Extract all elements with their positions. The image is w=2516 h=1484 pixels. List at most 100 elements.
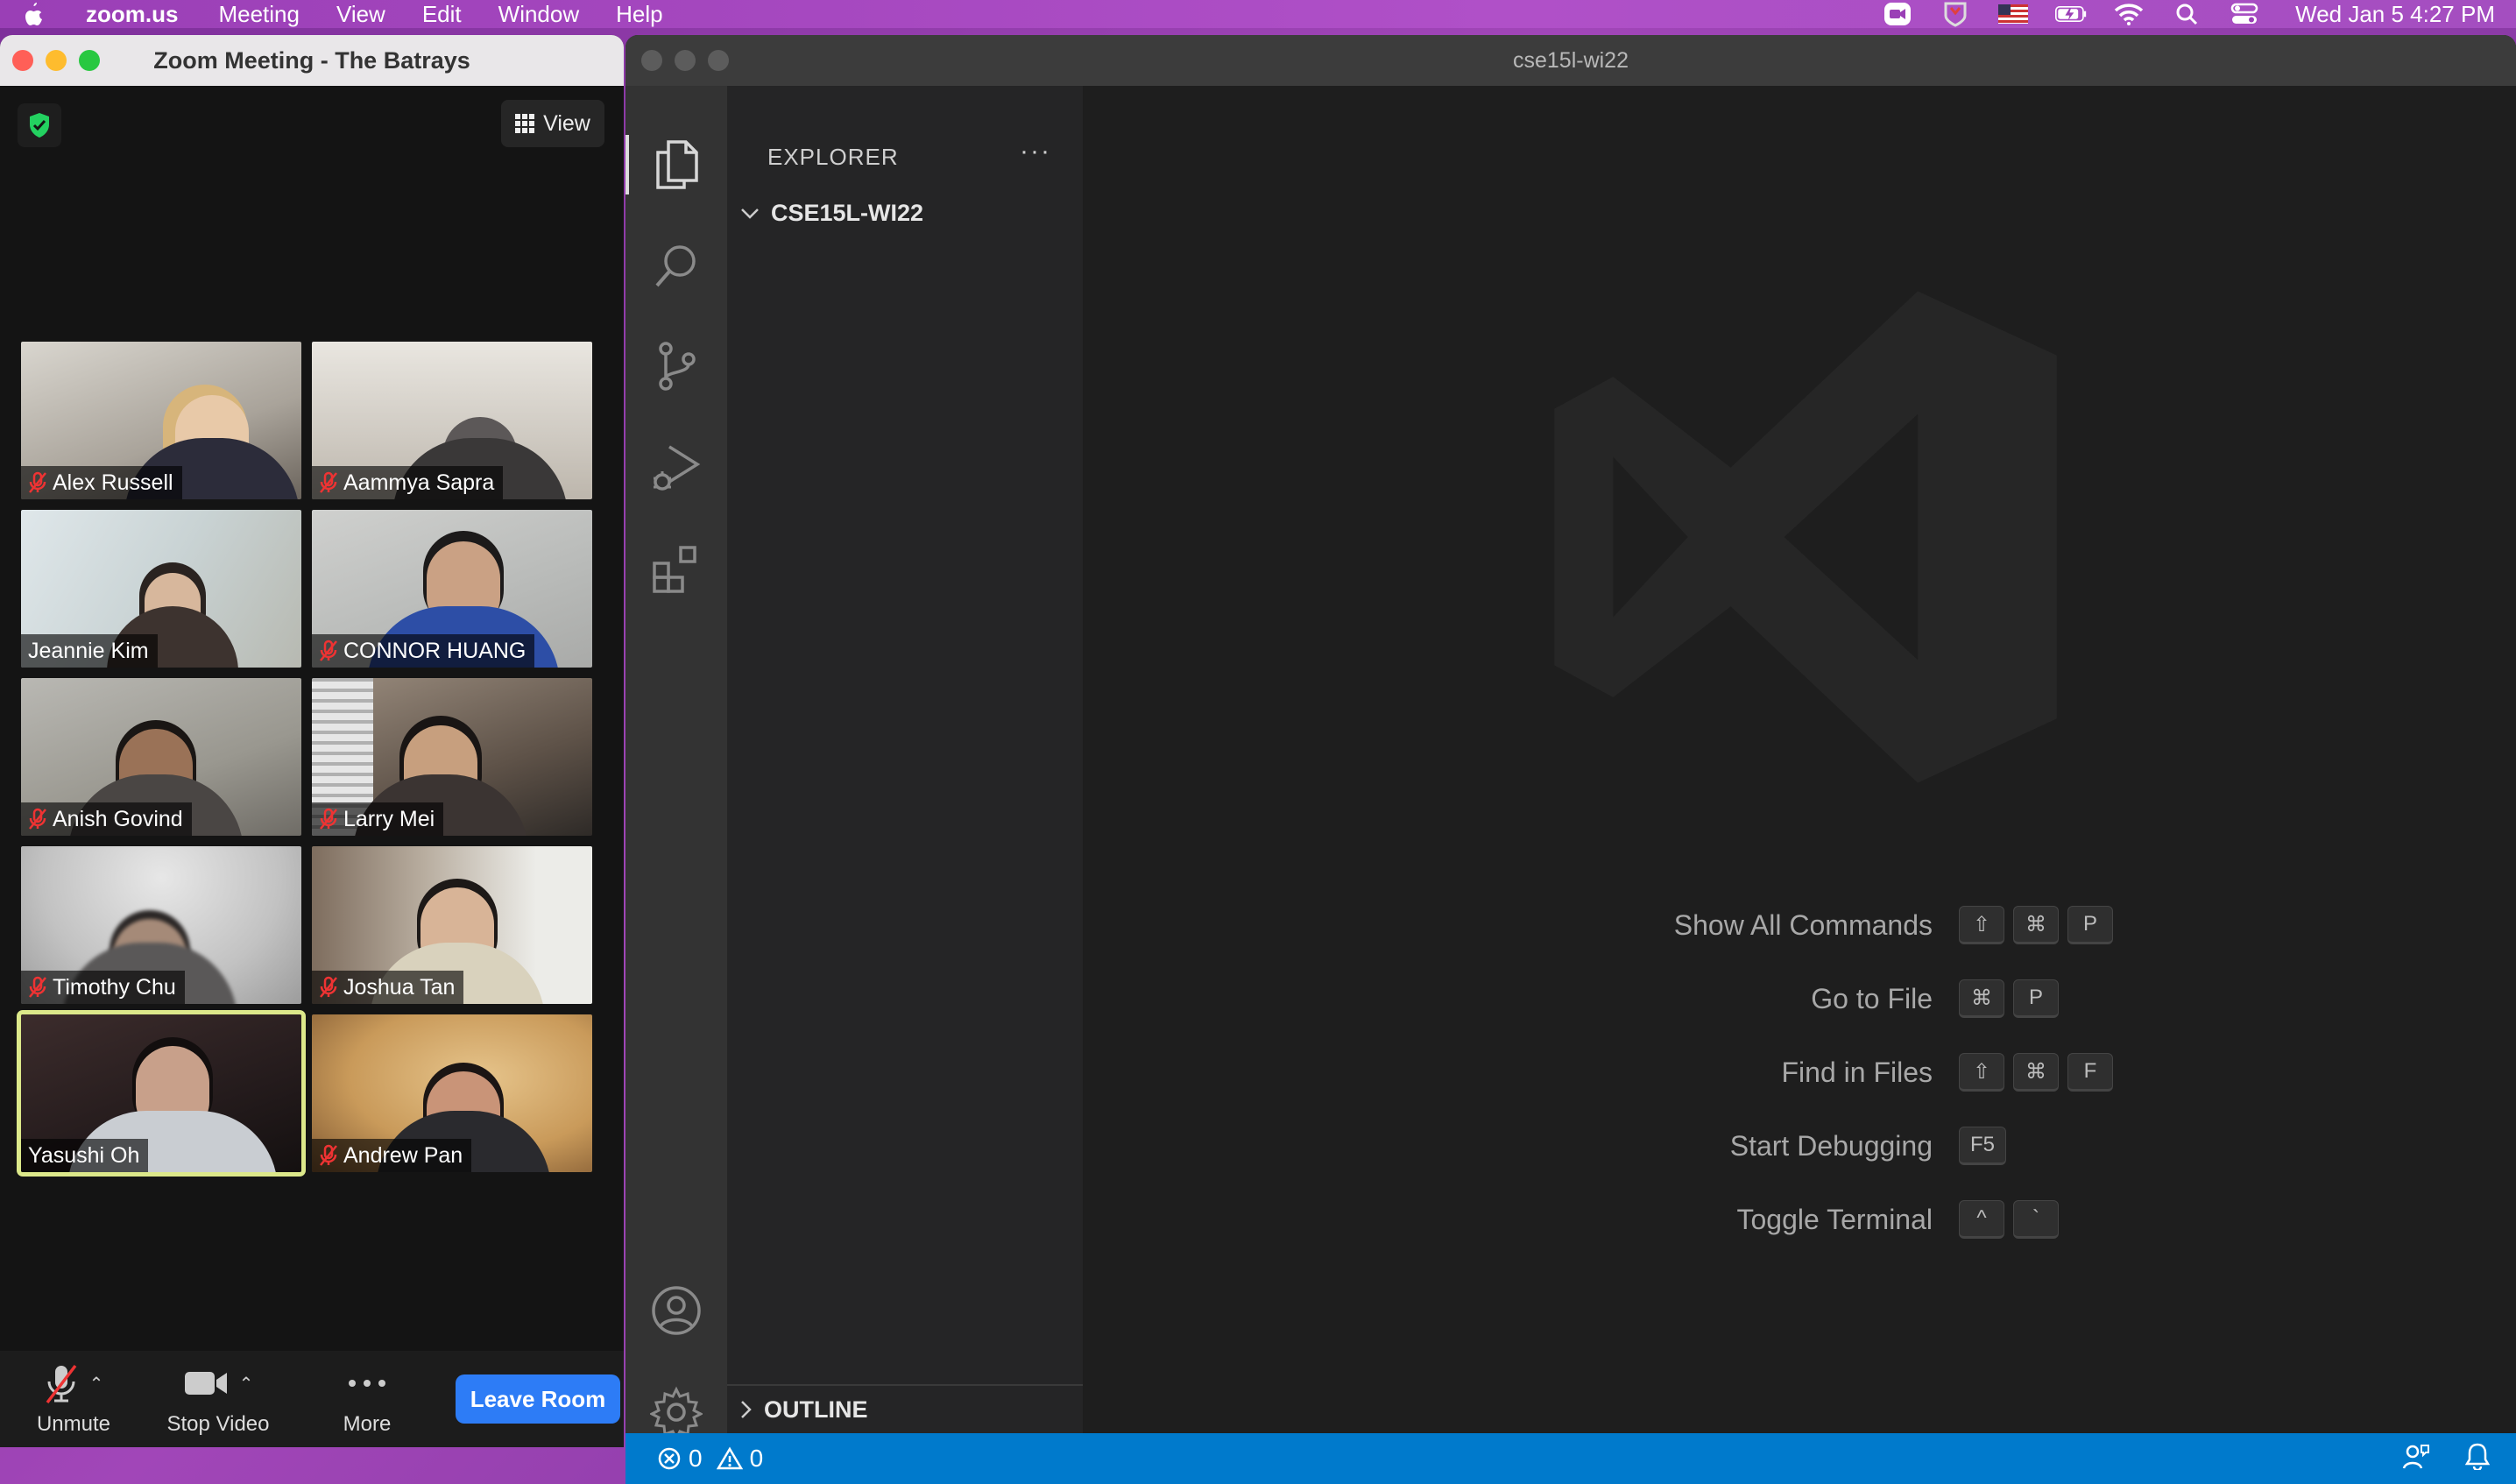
error-count: 0	[689, 1445, 703, 1472]
wifi-icon[interactable]	[2113, 2, 2145, 26]
participant-tile[interactable]: Anish Govind	[21, 678, 301, 836]
muted-mic-icon	[320, 808, 337, 830]
shortcut-toggle-terminal[interactable]: Toggle Terminal ^ `	[1083, 1200, 2059, 1239]
participant-name-tag: Andrew Pan	[312, 1139, 472, 1172]
unmute-button[interactable]: ⌃ Unmute	[12, 1351, 135, 1447]
grid-icon	[515, 114, 535, 133]
shortcut-key: ⇧	[1959, 906, 2004, 944]
vscode-window: cse15l-wi22 EXPLORER ··· CSE15L-WI22 OUT…	[625, 35, 2516, 1484]
participant-tile[interactable]: Larry Mei	[312, 678, 592, 836]
participant-name: Joshua Tan	[343, 974, 456, 1000]
shortcut-go-to-file[interactable]: Go to File ⌘ P	[1083, 979, 2059, 1018]
participant-name-tag: CONNOR HUANG	[312, 634, 535, 668]
muted-mic-icon	[320, 471, 337, 493]
muted-mic-icon	[320, 976, 337, 998]
shortcut-start-debugging[interactable]: Start Debugging F5	[1083, 1127, 2007, 1165]
shortcut-show-all-commands[interactable]: Show All Commands ⇧ ⌘ P	[1083, 906, 2113, 944]
participant-grid: Alex Russell Aammya Sapra Jeannie Kim CO…	[17, 342, 599, 1177]
spotlight-search-icon[interactable]	[2171, 2, 2202, 26]
participant-tile[interactable]: Andrew Pan	[312, 1014, 592, 1172]
participant-tile[interactable]: Alex Russell	[21, 342, 301, 499]
source-control-icon[interactable]	[650, 340, 703, 392]
participant-tile[interactable]: CONNOR HUANG	[312, 510, 592, 668]
menu-view[interactable]: View	[336, 0, 385, 28]
chevron-down-icon	[741, 208, 759, 219]
participant-name: CONNOR HUANG	[343, 638, 527, 663]
more-button[interactable]: More	[301, 1351, 433, 1447]
menu-app-name[interactable]: zoom.us	[86, 1, 178, 28]
muted-mic-icon	[29, 471, 46, 493]
menu-window[interactable]: Window	[498, 0, 579, 28]
menu-edit[interactable]: Edit	[422, 0, 462, 28]
notifications-bell-icon[interactable]	[2464, 1442, 2491, 1476]
view-layout-button[interactable]: View	[501, 100, 604, 147]
shortcut-label: Toggle Terminal	[1736, 1203, 1933, 1235]
participant-name-tag: Larry Mei	[312, 802, 444, 836]
audio-options-chevron-icon[interactable]: ⌃	[89, 1373, 104, 1395]
menu-datetime[interactable]: Wed Jan 5 4:27 PM	[2295, 1, 2495, 28]
participant-tile[interactable]: Jeannie Kim	[21, 510, 301, 668]
workspace-folder[interactable]: CSE15L-WI22	[739, 200, 923, 227]
feedback-icon[interactable]	[2402, 1442, 2430, 1476]
video-options-chevron-icon[interactable]: ⌃	[239, 1373, 254, 1395]
shortcut-label: Find in Files	[1781, 1056, 1933, 1088]
participant-name-tag: Yasushi Oh	[21, 1139, 149, 1172]
muted-mic-icon	[46, 1364, 77, 1404]
shortcut-find-in-files[interactable]: Find in Files ⇧ ⌘ F	[1083, 1053, 2113, 1092]
participant-tile[interactable]: Joshua Tan	[312, 846, 592, 1004]
zoom-window-title: Zoom Meeting - The Batrays	[153, 46, 470, 74]
problems-status[interactable]: 0 0	[657, 1445, 763, 1473]
participant-name: Alex Russell	[53, 470, 173, 495]
explorer-header: EXPLORER	[767, 144, 899, 170]
workspace-folder-name: CSE15L-WI22	[771, 200, 924, 226]
leave-room-button[interactable]: Leave Room	[456, 1374, 620, 1424]
participant-name: Yasushi Oh	[28, 1142, 140, 1168]
status-bar: 0 0	[625, 1433, 2516, 1484]
participant-name-tag: Anish Govind	[21, 802, 192, 836]
shortcut-label: Go to File	[1811, 982, 1933, 1014]
participant-name-tag: Alex Russell	[21, 466, 182, 499]
encryption-shield-icon[interactable]	[18, 103, 61, 147]
participant-tile[interactable]: Aammya Sapra	[312, 342, 592, 499]
muted-mic-icon	[29, 976, 46, 998]
participant-name: Aammya Sapra	[343, 470, 495, 495]
flag-icon[interactable]	[1997, 2, 2029, 26]
participant-name: Anish Govind	[53, 806, 183, 831]
shield-menu-icon[interactable]	[1940, 2, 1971, 27]
apple-icon[interactable]	[21, 1, 56, 27]
shortcut-key: `	[2013, 1200, 2059, 1239]
control-center-icon[interactable]	[2229, 2, 2260, 26]
zoom-window: Zoom Meeting - The Batrays View Alex Rus…	[0, 35, 624, 1447]
vscode-window-title: cse15l-wi22	[1512, 47, 1629, 73]
account-icon[interactable]	[650, 1284, 703, 1337]
outline-section[interactable]: OUTLINE	[727, 1384, 1083, 1433]
search-icon[interactable]	[650, 240, 703, 293]
participant-name-tag: Aammya Sapra	[312, 466, 504, 499]
vscode-logo-watermark-icon	[1554, 291, 2057, 783]
battery-icon[interactable]	[2055, 2, 2087, 26]
stop-video-label: Stop Video	[166, 1412, 270, 1436]
participant-name-tag: Joshua Tan	[312, 971, 464, 1004]
meeting-toolbar: ⌃ Unmute ⌃ Stop Video More Leave Room	[0, 1351, 624, 1447]
muted-mic-icon	[29, 808, 46, 830]
explorer-sidebar: EXPLORER ··· CSE15L-WI22 OUTLINE	[727, 86, 1083, 1433]
view-label: View	[543, 110, 590, 136]
explorer-files-icon[interactable]	[625, 135, 703, 194]
menu-meeting[interactable]: Meeting	[218, 0, 300, 28]
menu-help[interactable]: Help	[616, 0, 662, 28]
stop-video-button[interactable]: ⌃ Stop Video	[135, 1351, 301, 1447]
zoom-status-icon[interactable]	[1882, 2, 1913, 26]
error-icon	[658, 1447, 681, 1470]
participant-tile[interactable]: Timothy Chu	[21, 846, 301, 1004]
zoom-titlebar: Zoom Meeting - The Batrays	[0, 35, 624, 86]
menu-bar: zoom.us Meeting View Edit Window Help We…	[0, 0, 2516, 28]
gear-icon[interactable]	[650, 1386, 703, 1438]
shortcut-label: Show All Commands	[1673, 908, 1933, 941]
more-label: More	[343, 1412, 392, 1436]
explorer-more-actions-icon[interactable]: ···	[1020, 137, 1051, 166]
participant-tile-active[interactable]: Yasushi Oh	[17, 1010, 306, 1177]
run-debug-icon[interactable]	[650, 442, 703, 494]
warning-icon	[716, 1446, 743, 1470]
participant-name: Larry Mei	[343, 806, 435, 831]
extensions-icon[interactable]	[650, 543, 703, 596]
